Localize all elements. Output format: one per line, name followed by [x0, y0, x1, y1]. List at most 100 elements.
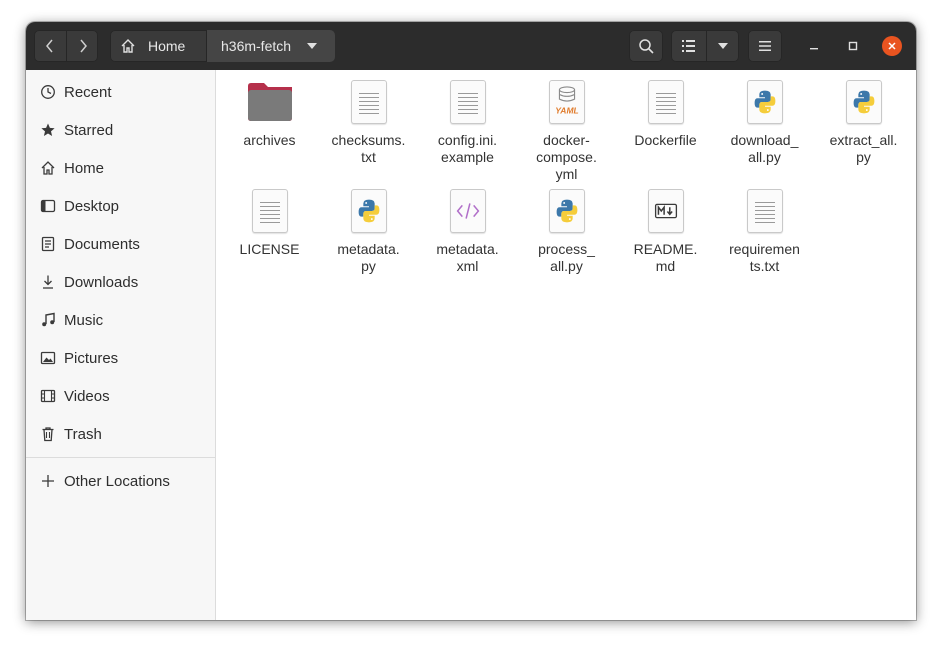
- navigation-buttons: [34, 30, 98, 62]
- text-file-icon: [444, 78, 492, 126]
- python-file-icon: [345, 187, 393, 235]
- sidebar-item-label: Downloads: [64, 273, 139, 291]
- text-file-icon: [246, 187, 294, 235]
- maximize-button[interactable]: [843, 36, 863, 56]
- plus-icon: [39, 472, 57, 490]
- sidebar: Recent Starred Home Desktop Documents Do…: [26, 70, 216, 620]
- file-name: extract_all. py: [829, 132, 898, 165]
- menu-button[interactable]: [748, 30, 782, 62]
- breadcrumb-current-label: h36m-fetch: [221, 38, 292, 54]
- back-button[interactable]: [34, 30, 66, 62]
- file-item-requirements[interactable]: requiremen ts.txt: [715, 187, 814, 275]
- breadcrumb: Home h36m-fetch: [110, 30, 335, 62]
- python-file-icon: [741, 78, 789, 126]
- minimize-icon: [810, 48, 818, 50]
- file-manager-window: Home h36m-fetch Recent Starred Home Desk…: [26, 22, 916, 620]
- sidebar-item-label: Pictures: [64, 349, 119, 367]
- file-name: README. md: [633, 241, 698, 274]
- file-name: process_ all.py: [538, 241, 595, 274]
- maximize-icon: [848, 41, 858, 51]
- python-file-icon: [543, 187, 591, 235]
- desktop-icon: [39, 197, 57, 215]
- sidebar-item-other-locations[interactable]: Other Locations: [26, 462, 215, 500]
- xml-file-icon: [444, 187, 492, 235]
- home-icon: [121, 39, 135, 53]
- view-toggle: [671, 30, 739, 62]
- chevron-down-icon: [307, 43, 318, 49]
- close-button[interactable]: [882, 36, 902, 56]
- file-name: LICENSE: [239, 241, 300, 257]
- hamburger-icon: [759, 41, 771, 51]
- file-item-extract-all[interactable]: extract_all. py: [814, 78, 913, 166]
- file-name: metadata. py: [337, 241, 400, 274]
- file-item-dockerfile[interactable]: Dockerfile: [616, 78, 715, 149]
- sidebar-item-documents[interactable]: Documents: [26, 225, 215, 263]
- file-item-checksums[interactable]: checksums. txt: [319, 78, 418, 166]
- chevron-left-icon: [46, 39, 53, 53]
- sidebar-item-label: Other Locations: [64, 472, 170, 490]
- file-item-archives[interactable]: archives: [220, 78, 319, 149]
- file-name: requiremen ts.txt: [729, 241, 800, 274]
- file-name: archives: [243, 132, 296, 148]
- breadcrumb-home[interactable]: Home: [110, 30, 206, 62]
- breadcrumb-current-folder[interactable]: h36m-fetch: [207, 30, 335, 62]
- sidebar-item-pictures[interactable]: Pictures: [26, 339, 215, 377]
- search-button[interactable]: [629, 30, 663, 62]
- file-item-license[interactable]: LICENSE: [220, 187, 319, 258]
- breadcrumb-home-label: Home: [148, 38, 186, 54]
- file-item-process-all[interactable]: process_ all.py: [517, 187, 616, 275]
- file-name: config.ini. example: [437, 132, 498, 165]
- yaml-file-icon: YAML: [543, 78, 591, 126]
- sidebar-item-label: Recent: [64, 83, 112, 101]
- markdown-file-icon: [642, 187, 690, 235]
- video-icon: [39, 387, 57, 405]
- sidebar-item-trash[interactable]: Trash: [26, 415, 215, 453]
- text-file-icon: [345, 78, 393, 126]
- sidebar-item-home[interactable]: Home: [26, 149, 215, 187]
- file-grid: archives checksums. txt config.ini. exam…: [216, 70, 916, 620]
- chevron-down-icon: [718, 43, 728, 49]
- sidebar-item-label: Desktop: [64, 197, 120, 215]
- star-icon: [39, 121, 57, 139]
- sidebar-item-label: Videos: [64, 387, 110, 405]
- file-name: Dockerfile: [634, 132, 697, 148]
- chevron-right-icon: [80, 39, 87, 53]
- home-icon: [39, 159, 57, 177]
- sidebar-item-videos[interactable]: Videos: [26, 377, 215, 415]
- search-icon: [639, 39, 654, 54]
- file-item-config-example[interactable]: config.ini. example: [418, 78, 517, 166]
- text-file-icon: [741, 187, 789, 235]
- sidebar-divider: [26, 457, 215, 458]
- file-item-download-all[interactable]: download_ all.py: [715, 78, 814, 166]
- sidebar-item-desktop[interactable]: Desktop: [26, 187, 215, 225]
- text-file-icon: [642, 78, 690, 126]
- sidebar-item-downloads[interactable]: Downloads: [26, 263, 215, 301]
- view-options-button[interactable]: [707, 30, 739, 62]
- file-item-readme[interactable]: README. md: [616, 187, 715, 275]
- list-view-icon: [681, 40, 695, 52]
- file-name: checksums. txt: [331, 132, 406, 165]
- list-view-button[interactable]: [671, 30, 706, 62]
- sidebar-item-label: Starred: [64, 121, 114, 139]
- sidebar-item-music[interactable]: Music: [26, 301, 215, 339]
- clock-icon: [39, 83, 57, 101]
- sidebar-item-recent[interactable]: Recent: [26, 73, 215, 111]
- sidebar-item-label: Documents: [64, 235, 140, 253]
- file-name: metadata. xml: [436, 241, 499, 274]
- music-icon: [39, 311, 57, 329]
- sidebar-item-starred[interactable]: Starred: [26, 111, 215, 149]
- python-file-icon: [840, 78, 888, 126]
- sidebar-item-label: Music: [64, 311, 104, 329]
- file-item-metadata-xml[interactable]: metadata. xml: [418, 187, 517, 275]
- picture-icon: [39, 349, 57, 367]
- download-icon: [39, 273, 57, 291]
- file-item-metadata-py[interactable]: metadata. py: [319, 187, 418, 275]
- close-icon: [882, 36, 902, 56]
- sidebar-item-label: Trash: [64, 425, 102, 443]
- file-item-docker-compose[interactable]: YAML docker- compose. yml: [517, 78, 616, 183]
- forward-button[interactable]: [67, 30, 99, 62]
- file-name: docker- compose. yml: [536, 132, 597, 182]
- trash-icon: [39, 425, 57, 443]
- file-name: download_ all.py: [730, 132, 799, 165]
- minimize-button[interactable]: [804, 36, 824, 56]
